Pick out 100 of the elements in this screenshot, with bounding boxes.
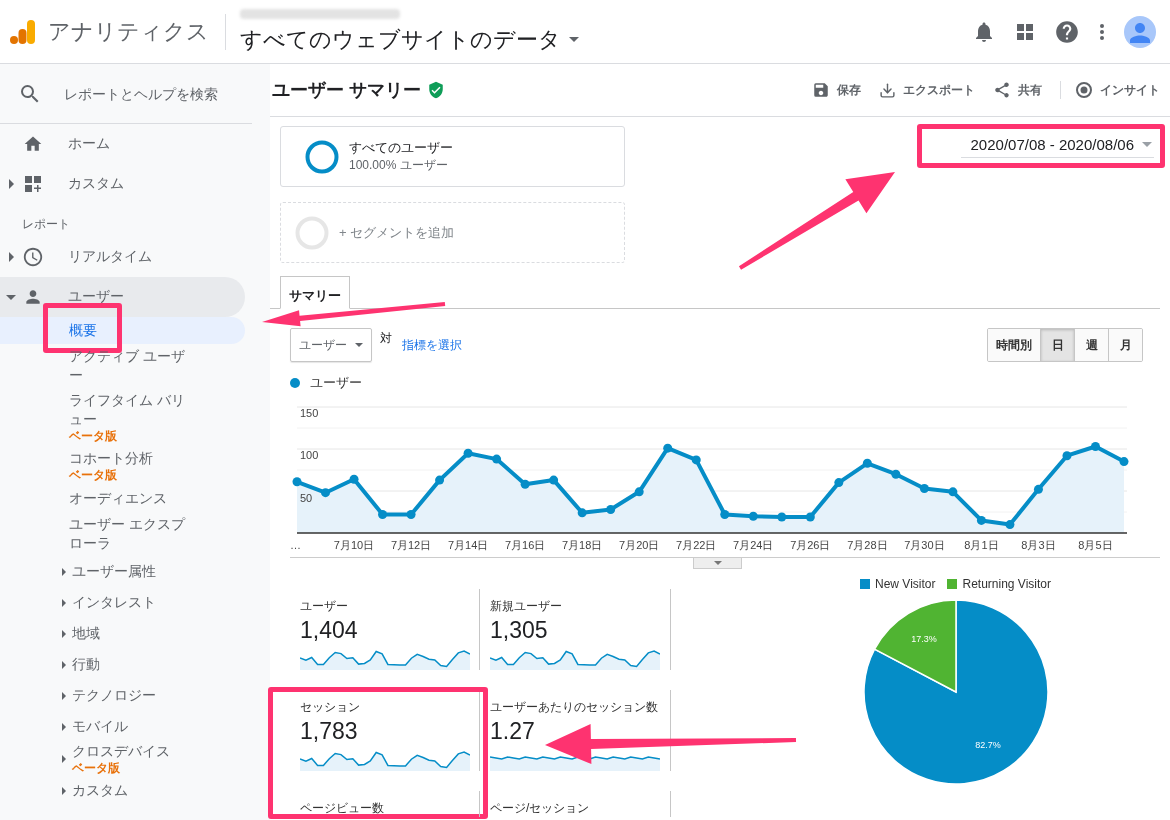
nav-subitem[interactable]: モバイル xyxy=(0,711,245,742)
x-tick-label: … xyxy=(290,539,301,551)
tab[interactable]: サマリー xyxy=(280,276,350,309)
x-tick-label: 7月22日 xyxy=(676,539,717,551)
nav-item[interactable]: ユーザー xyxy=(0,277,245,317)
toolbar-action[interactable]: 保存 xyxy=(812,81,861,99)
caret-right-icon xyxy=(62,567,66,576)
nav-item[interactable]: カスタム xyxy=(0,164,245,204)
data-point xyxy=(378,510,388,519)
slice-label: 17.3% xyxy=(910,633,937,644)
apps-button[interactable] xyxy=(1016,22,1034,41)
account-avatar[interactable] xyxy=(1124,15,1156,48)
date-range-picker[interactable]: 2020/07/08 - 2020/08/06 xyxy=(960,134,1154,158)
insight-icon xyxy=(1075,81,1093,99)
nav-subitem[interactable]: カスタム xyxy=(0,775,245,806)
nav-subitem[interactable]: アクティブ ユーザー xyxy=(0,344,245,388)
empty-ring-icon xyxy=(295,215,329,250)
data-point xyxy=(919,484,929,493)
caret-right-icon xyxy=(62,754,66,763)
more-button[interactable] xyxy=(1100,23,1104,40)
x-tick-label: 7月30日 xyxy=(904,539,945,551)
beta-label: ベータ版 xyxy=(72,761,121,775)
toolbar-action[interactable]: 共有 xyxy=(993,81,1042,99)
caret-down-icon xyxy=(713,561,722,565)
x-tick-label: 8月1日 xyxy=(964,539,999,551)
search-field[interactable]: レポートとヘルプを検索 xyxy=(62,84,241,103)
data-point xyxy=(663,443,673,453)
caret-right-icon xyxy=(62,660,66,669)
clock-icon xyxy=(22,246,44,268)
nav-subitem[interactable]: インタレスト xyxy=(0,587,245,618)
caret-down-icon xyxy=(569,37,579,42)
share-icon xyxy=(993,81,1011,99)
nav-subitem[interactable]: ライフタイム バリュー ベータ版 xyxy=(0,388,245,446)
data-point xyxy=(777,512,787,522)
granularity-button[interactable]: 週 xyxy=(1074,329,1108,361)
nav-subitem[interactable]: ユーザー エクスプローラ xyxy=(0,512,245,556)
data-point xyxy=(520,479,530,489)
slice-label: 82.7% xyxy=(974,740,1001,751)
metric-value: 1,404 xyxy=(300,617,359,644)
toolbar-action[interactable]: エクスポート xyxy=(879,81,975,99)
dashboard-plus-icon xyxy=(24,175,42,193)
x-tick-label: 7月12日 xyxy=(390,539,432,551)
data-point xyxy=(634,487,644,497)
toolbar-action[interactable]: インサイト xyxy=(1060,81,1160,99)
product-name: アナリティクス xyxy=(48,13,226,50)
granularity-button[interactable]: 時間別 xyxy=(988,329,1040,361)
x-tick-label: 7月28日 xyxy=(847,539,888,551)
nav-item[interactable]: リアルタイム xyxy=(0,237,245,277)
metric-label: ユーザーあたりのセッション数 xyxy=(490,700,659,714)
metric-label: ページ/セッション xyxy=(490,801,591,815)
add-segment-card[interactable]: + セグメントを追加 xyxy=(280,202,625,263)
caret-right-icon xyxy=(62,598,66,607)
legend-label: ユーザー xyxy=(310,374,362,392)
metric-dropdown[interactable]: ユーザー xyxy=(290,328,372,362)
x-tick-label: 7月16日 xyxy=(504,539,546,551)
caret-right-icon xyxy=(62,629,66,638)
data-point xyxy=(834,478,844,488)
section-label: レポート xyxy=(21,216,71,233)
data-point xyxy=(948,487,958,497)
nav-subitem[interactable]: 概要 xyxy=(0,317,245,344)
data-point xyxy=(691,455,701,465)
expand-chart-button[interactable] xyxy=(693,558,742,569)
x-tick-label: 7月20日 xyxy=(619,539,660,551)
nav-subitem[interactable]: ユーザー属性 xyxy=(0,556,245,587)
granularity-button[interactable]: 月 xyxy=(1108,329,1142,361)
nav-subitem[interactable]: 地域 xyxy=(0,618,245,649)
x-tick-label: 7月10日 xyxy=(333,539,375,551)
segment-card[interactable]: すべてのユーザー 100.00% ユーザー xyxy=(280,126,625,187)
y-tick-label: 50 xyxy=(300,492,313,504)
x-tick-label: 7月24日 xyxy=(733,539,774,551)
versus-label: 対 xyxy=(380,329,392,347)
data-point xyxy=(720,510,730,519)
metric-value: 1,305 xyxy=(490,617,549,644)
x-tick-label: 8月3日 xyxy=(1021,539,1056,551)
help-button[interactable] xyxy=(1054,18,1080,45)
segment-ring-icon xyxy=(305,139,339,174)
select-metric-link[interactable]: 指標を選択 xyxy=(402,336,462,354)
caret-down-icon xyxy=(6,294,16,300)
caret-right-icon xyxy=(62,722,66,731)
metric-label: 新規ユーザー xyxy=(490,599,563,613)
nav-subitem[interactable]: 行動 xyxy=(0,649,245,680)
nav-subitem[interactable]: クロスデバイス ベータ版 xyxy=(0,742,245,775)
metric-label: セッション xyxy=(300,700,361,714)
data-point xyxy=(805,512,815,522)
granularity-button[interactable]: 日 xyxy=(1040,329,1074,361)
nav-subitem[interactable]: オーディエンス xyxy=(0,485,245,512)
beta-label: ベータ版 xyxy=(69,468,118,482)
segment-detail: 100.00% ユーザー xyxy=(349,157,449,174)
property-selector[interactable]: すべてのウェブサイトのデータ xyxy=(240,24,579,55)
segment-name: + セグメントを追加 xyxy=(339,223,455,242)
caret-right-icon xyxy=(62,786,66,795)
caret-right-icon xyxy=(62,691,66,700)
caret-right-icon xyxy=(8,179,14,189)
beta-label: ベータ版 xyxy=(69,429,118,443)
data-point xyxy=(1062,451,1072,461)
segment-name: すべてのユーザー xyxy=(349,139,453,157)
nav-subitem[interactable]: コホート分析 ベータ版 xyxy=(0,446,245,485)
nav-subitem[interactable]: テクノロジー xyxy=(0,680,245,711)
x-tick-label: 7月14日 xyxy=(447,539,489,551)
nav-item[interactable]: ホーム xyxy=(0,124,245,164)
